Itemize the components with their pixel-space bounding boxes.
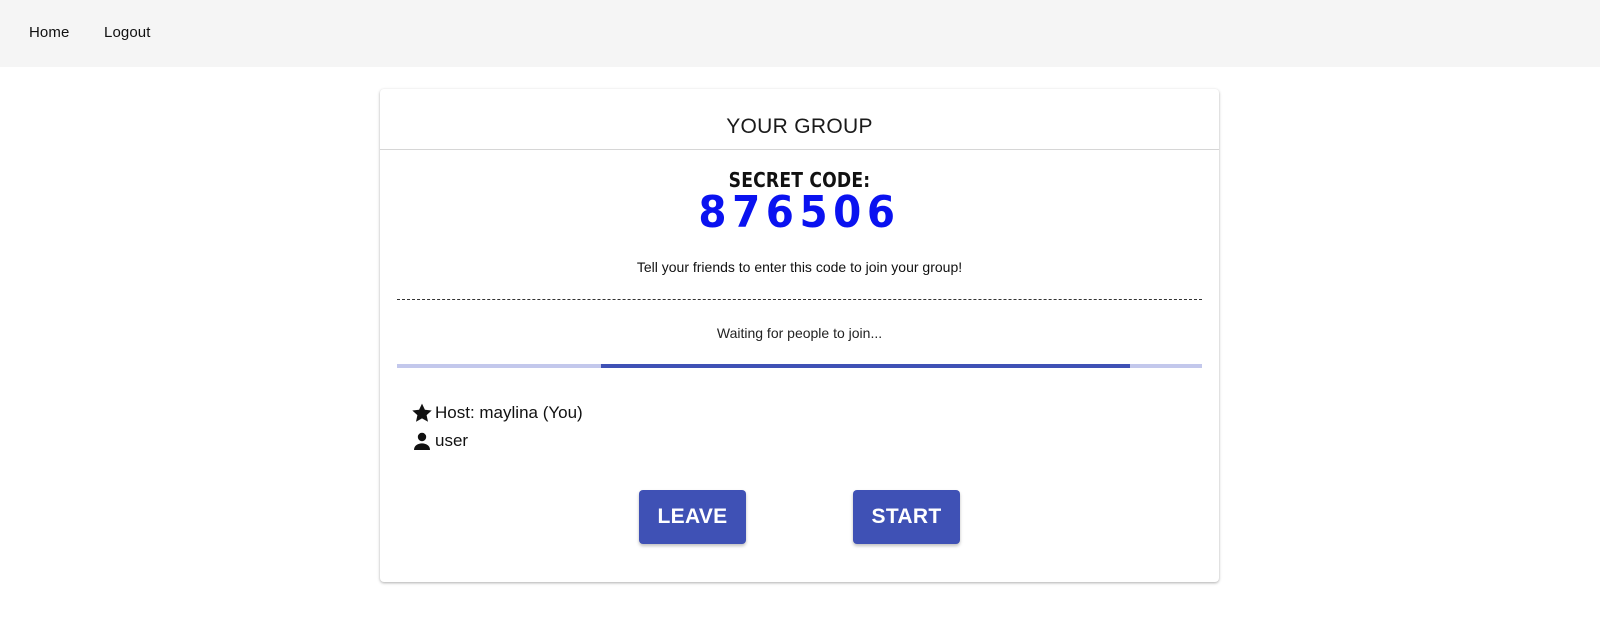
star-icon xyxy=(410,401,434,425)
member-label-user: user xyxy=(435,431,469,450)
nav-logout-link[interactable]: Logout xyxy=(104,24,150,41)
person-icon xyxy=(410,429,434,453)
leave-button[interactable]: LEAVE xyxy=(639,490,746,544)
share-hint-text: Tell your friends to enter this code to … xyxy=(636,259,963,275)
group-card: YOUR GROUP SECRET CODE: 876506 Tell your… xyxy=(380,89,1219,582)
member-item-user: user xyxy=(410,429,468,453)
card-divider xyxy=(380,149,1219,150)
dashed-divider xyxy=(397,299,1202,300)
loading-progress-track xyxy=(397,364,1202,368)
member-item-host: Host: maylina (You) xyxy=(410,401,583,425)
loading-progress-bar xyxy=(601,364,1130,368)
member-label-host: Host: maylina (You) xyxy=(435,403,583,422)
waiting-status-text: Waiting for people to join... xyxy=(716,325,883,341)
card-title: YOUR GROUP xyxy=(726,115,873,138)
top-nav-bar: Home Logout xyxy=(0,0,1600,67)
secret-code-value: 876506 xyxy=(698,187,901,238)
start-button[interactable]: START xyxy=(853,490,960,544)
nav-home-link[interactable]: Home xyxy=(29,24,69,41)
